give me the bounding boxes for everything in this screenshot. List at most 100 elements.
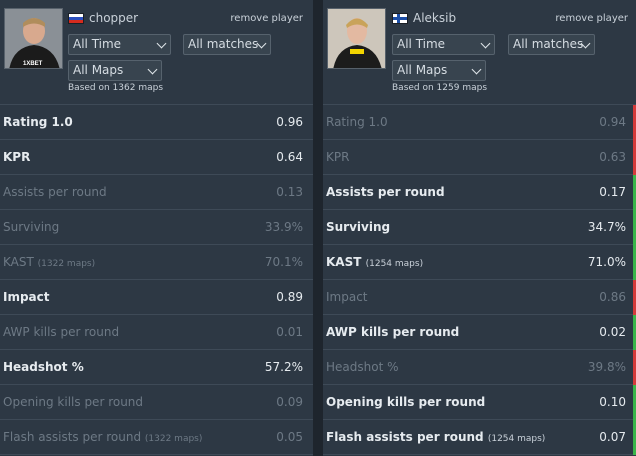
- stat-name: AWP kills per round: [326, 325, 460, 339]
- time-filter-value: All Time: [397, 37, 446, 51]
- time-filter-value: All Time: [73, 37, 122, 51]
- stat-value: 0.10: [599, 395, 626, 409]
- stat-value: 0.02: [599, 325, 626, 339]
- map-filter-select[interactable]: All Maps: [392, 60, 486, 81]
- player-name[interactable]: chopper: [89, 11, 138, 25]
- stat-value: 0.89: [276, 290, 303, 304]
- based-on-maps: Based on 1259 maps: [392, 83, 488, 93]
- match-filter-value: All matches: [188, 37, 259, 51]
- russia-flag-icon: [68, 13, 84, 24]
- stat-row: Surviving 34.7%: [323, 210, 636, 245]
- stat-value: 0.07: [599, 430, 626, 444]
- stat-row: Impact 0.89: [0, 280, 313, 315]
- stat-name: KPR: [3, 150, 31, 164]
- based-on-maps: Based on 1362 maps: [68, 83, 164, 93]
- map-filter-value: All Maps: [73, 63, 124, 77]
- stat-value: 0.64: [276, 150, 303, 164]
- time-filter-select[interactable]: All Time: [392, 34, 495, 55]
- stat-label: Flash assists per round (1254 maps): [326, 430, 545, 444]
- stat-label: AWP kills per round: [3, 325, 119, 339]
- stat-row: Rating 1.0 0.96: [0, 105, 313, 140]
- stat-row: Flash assists per round (1254 maps) 0.07: [323, 420, 636, 455]
- stat-name: Opening kills per round: [3, 395, 144, 409]
- stat-maps-count: (1254 maps): [365, 259, 424, 269]
- match-filter-value: All matches: [513, 37, 584, 51]
- stat-name: Opening kills per round: [326, 395, 486, 409]
- stat-name: KAST: [326, 255, 362, 269]
- stat-row: Surviving 33.9%: [0, 210, 313, 245]
- match-filter-select[interactable]: All matches: [508, 34, 595, 55]
- time-filter-select[interactable]: All Time: [68, 34, 171, 55]
- stat-value: 34.7%: [587, 220, 626, 234]
- stat-row: Flash assists per round (1322 maps) 0.05: [0, 420, 313, 455]
- stat-maps-count: (1254 maps): [487, 434, 546, 444]
- stat-name: KAST: [3, 255, 34, 269]
- chevron-down-icon: [471, 64, 482, 75]
- map-filter-select[interactable]: All Maps: [68, 60, 162, 81]
- stat-row: Rating 1.0 0.94: [323, 105, 636, 140]
- chevron-down-icon: [480, 38, 491, 49]
- stat-name: Surviving: [3, 220, 60, 234]
- stat-row: Headshot % 39.8%: [323, 350, 636, 385]
- stat-row: Impact 0.86: [323, 280, 636, 315]
- stat-name: Impact: [3, 290, 50, 304]
- stat-row: Opening kills per round 0.09: [0, 385, 313, 420]
- stat-value: 57.2%: [264, 360, 303, 374]
- stat-label: KPR: [3, 150, 30, 164]
- stat-label: Assists per round: [3, 185, 107, 199]
- stat-name: Flash assists per round: [3, 430, 142, 444]
- stat-name: KPR: [326, 150, 350, 164]
- stat-name: Headshot %: [3, 360, 84, 374]
- remove-player-button[interactable]: remove player: [230, 13, 303, 24]
- stat-value: 0.17: [599, 185, 626, 199]
- stats-list: Rating 1.0 0.96 KPR 0.64 Assists per round 0.…: [0, 105, 313, 455]
- stat-value: 39.8%: [587, 360, 626, 374]
- chevron-down-icon: [147, 64, 158, 75]
- player-photo-chopper: 1XBET: [4, 8, 63, 69]
- stat-value: 0.05: [276, 430, 303, 444]
- player-photo-aleksib: [327, 8, 386, 69]
- stat-row: AWP kills per round 0.01: [0, 315, 313, 350]
- stats-list: Rating 1.0 0.94 KPR 0.63 Assists per round 0.…: [323, 105, 636, 455]
- stat-maps-count: (1322 maps): [37, 259, 96, 269]
- stat-name: Flash assists per round: [326, 430, 484, 444]
- stat-label: KPR: [326, 150, 349, 164]
- player-panel-chopper: 1XBET chopper remove player All Time All…: [0, 0, 313, 456]
- remove-player-button[interactable]: remove player: [555, 13, 628, 24]
- stat-row: KPR 0.63: [323, 140, 636, 175]
- player-header: Aleksib remove player All Time All match…: [323, 0, 636, 105]
- stat-label: Assists per round: [326, 185, 445, 199]
- chevron-down-icon: [156, 38, 167, 49]
- stat-name: Headshot %: [326, 360, 399, 374]
- stat-row: Headshot % 57.2%: [0, 350, 313, 385]
- stat-value: 0.86: [599, 290, 626, 304]
- stat-label: Headshot %: [326, 360, 399, 374]
- stat-label: Impact: [326, 290, 368, 304]
- stat-value: 0.01: [276, 325, 303, 339]
- stat-label: Surviving: [326, 220, 390, 234]
- stat-label: KAST (1322 maps): [3, 255, 95, 269]
- stat-row: AWP kills per round 0.02: [323, 315, 636, 350]
- player-name[interactable]: Aleksib: [413, 11, 456, 25]
- map-filter-value: All Maps: [397, 63, 448, 77]
- stat-label: KAST (1254 maps): [326, 255, 423, 269]
- panel-divider: [313, 0, 323, 456]
- stat-label: AWP kills per round: [326, 325, 459, 339]
- match-filter-select[interactable]: All matches: [183, 34, 271, 55]
- stat-value: 0.63: [599, 150, 626, 164]
- player-panel-aleksib: Aleksib remove player All Time All match…: [323, 0, 636, 456]
- stat-label: Headshot %: [3, 360, 84, 374]
- stat-row: KAST (1254 maps) 71.0%: [323, 245, 636, 280]
- stat-label: Impact: [3, 290, 50, 304]
- stat-maps-count: (1322 maps): [144, 434, 203, 444]
- stat-value: 71.0%: [587, 255, 626, 269]
- stat-row: Opening kills per round 0.10: [323, 385, 636, 420]
- finland-flag-icon: [392, 13, 408, 24]
- stat-value: 0.94: [599, 115, 626, 129]
- stat-row: KAST (1322 maps) 70.1%: [0, 245, 313, 280]
- player-header: 1XBET chopper remove player All Time All…: [0, 0, 313, 105]
- stat-value: 0.96: [276, 115, 303, 129]
- stat-value: 33.9%: [264, 220, 303, 234]
- stat-label: Flash assists per round (1322 maps): [3, 430, 202, 444]
- stat-value: 70.1%: [264, 255, 303, 269]
